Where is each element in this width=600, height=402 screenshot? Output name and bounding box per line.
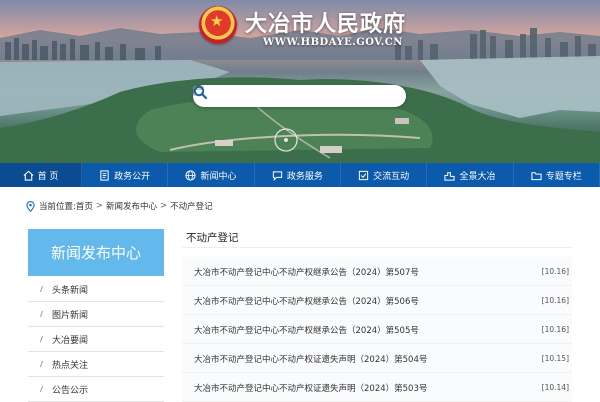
news-date: [10.15]: [541, 354, 569, 363]
breadcrumb-separator: >: [160, 201, 168, 211]
nav-item-home[interactable]: 首 页: [0, 163, 82, 187]
nav-item-label: 新闻中心: [200, 171, 237, 182]
search-icon[interactable]: [193, 85, 207, 99]
folder-icon: [531, 171, 542, 180]
header-banner: 大冶市人民政府 WWW.HBDAYE.GOV.CN: [0, 0, 600, 163]
home-icon: [23, 170, 34, 181]
globe-icon: [185, 169, 197, 181]
sidebar-item-daye-news[interactable]: 大冶要闻: [28, 327, 164, 352]
slash-icon: [34, 311, 44, 317]
nav-item-interaction[interactable]: 交流互动: [341, 163, 428, 187]
chat-icon: [272, 170, 282, 181]
breadcrumb-current[interactable]: 不动产登记: [170, 200, 213, 212]
sidebar-item-photo-news[interactable]: 图片新闻: [28, 302, 164, 327]
news-date: [10.14]: [541, 383, 569, 392]
nav-item-label: 专题专栏: [545, 171, 582, 182]
breadcrumb-home[interactable]: 首页: [76, 200, 93, 212]
site-url: WWW.HBDAYE.GOV.CN: [263, 37, 403, 48]
national-emblem-icon: [199, 6, 237, 44]
news-title-link[interactable]: 大冶市不动产登记中心不动产权继承公告（2024）第506号: [194, 295, 419, 307]
sidebar-item-label: 头条新闻: [52, 285, 89, 296]
slash-icon: [34, 336, 44, 342]
search-input[interactable]: [203, 88, 363, 104]
breadcrumb-separator: >: [95, 201, 104, 211]
news-title-link[interactable]: 大冶市不动产登记中心不动产权继承公告（2024）第505号: [194, 324, 419, 336]
main-nav: 首 页 政务公开 新闻中心 政务服务 交流互动 全景大冶 专题专栏: [0, 163, 600, 187]
document-icon: [100, 169, 109, 181]
nav-item-government-affairs[interactable]: 政务公开: [82, 163, 169, 187]
breadcrumb-prefix: 当前位置:: [39, 202, 76, 212]
section-title: 不动产登记: [186, 232, 239, 244]
interaction-icon: [359, 170, 369, 180]
nav-item-panorama[interactable]: 全景大冶: [427, 163, 514, 187]
news-item[interactable]: 大冶市不动产登记中心不动产权继承公告（2024）第506号 [10.16]: [182, 286, 572, 315]
news-date: [10.16]: [541, 325, 569, 334]
sidebar-title: 新闻发布中心: [28, 229, 164, 276]
nav-item-label: 首 页: [37, 171, 59, 182]
slash-icon: [34, 286, 44, 292]
divider: [182, 247, 572, 248]
slash-icon: [34, 386, 44, 392]
slash-icon: [34, 361, 44, 367]
sidebar-item-label: 公告公示: [52, 385, 89, 396]
news-item[interactable]: 大冶市不动产登记中心不动产权证遗失声明（2024）第504号 [10.15]: [182, 344, 572, 373]
news-list: 大冶市不动产登记中心不动产权继承公告（2024）第507号 [10.16] 大冶…: [182, 257, 572, 402]
news-date: [10.16]: [541, 296, 569, 305]
news-title-link[interactable]: 大冶市不动产登记中心不动产权证遗失声明（2024）第503号: [194, 382, 427, 394]
news-title-link[interactable]: 大冶市不动产登记中心不动产权继承公告（2024）第507号: [194, 266, 419, 278]
sidebar-menu: 头条新闻 图片新闻 大冶要闻 热点关注 公告公示: [28, 277, 164, 402]
breadcrumb-news-center[interactable]: 新闻发布中心: [106, 200, 157, 212]
news-date: [10.16]: [541, 267, 569, 276]
site-title: 大冶市人民政府: [245, 11, 407, 37]
news-item[interactable]: 大冶市不动产登记中心不动产权继承公告（2024）第507号 [10.16]: [182, 257, 572, 286]
nav-item-special-topics[interactable]: 专题专栏: [514, 163, 600, 187]
nav-item-label: 全景大冶: [459, 171, 496, 182]
breadcrumb: 当前位置: 首页 > 新闻发布中心 > 不动产登记: [26, 200, 213, 212]
nav-item-services[interactable]: 政务服务: [255, 163, 341, 187]
location-pin-icon: [26, 200, 35, 212]
city-icon: [444, 171, 456, 181]
news-item[interactable]: 大冶市不动产登记中心不动产权证遗失声明（2024）第503号 [10.14]: [182, 373, 572, 402]
news-item[interactable]: 大冶市不动产登记中心不动产权继承公告（2024）第505号 [10.16]: [182, 315, 572, 344]
search-box: [193, 85, 406, 107]
nav-item-label: 交流互动: [373, 171, 410, 182]
nav-item-label: 政务公开: [114, 171, 151, 182]
sidebar-item-label: 图片新闻: [52, 310, 89, 321]
sidebar-item-hot-topics[interactable]: 热点关注: [28, 352, 164, 377]
news-title-link[interactable]: 大冶市不动产登记中心不动产权证遗失声明（2024）第504号: [194, 353, 427, 365]
sidebar-item-label: 热点关注: [52, 360, 89, 371]
sidebar-item-label: 大冶要闻: [52, 335, 89, 346]
nav-item-news-center[interactable]: 新闻中心: [168, 163, 255, 187]
sidebar-item-headline-news[interactable]: 头条新闻: [28, 277, 164, 302]
sidebar-item-announcements[interactable]: 公告公示: [28, 377, 164, 402]
nav-item-label: 政务服务: [286, 171, 323, 182]
